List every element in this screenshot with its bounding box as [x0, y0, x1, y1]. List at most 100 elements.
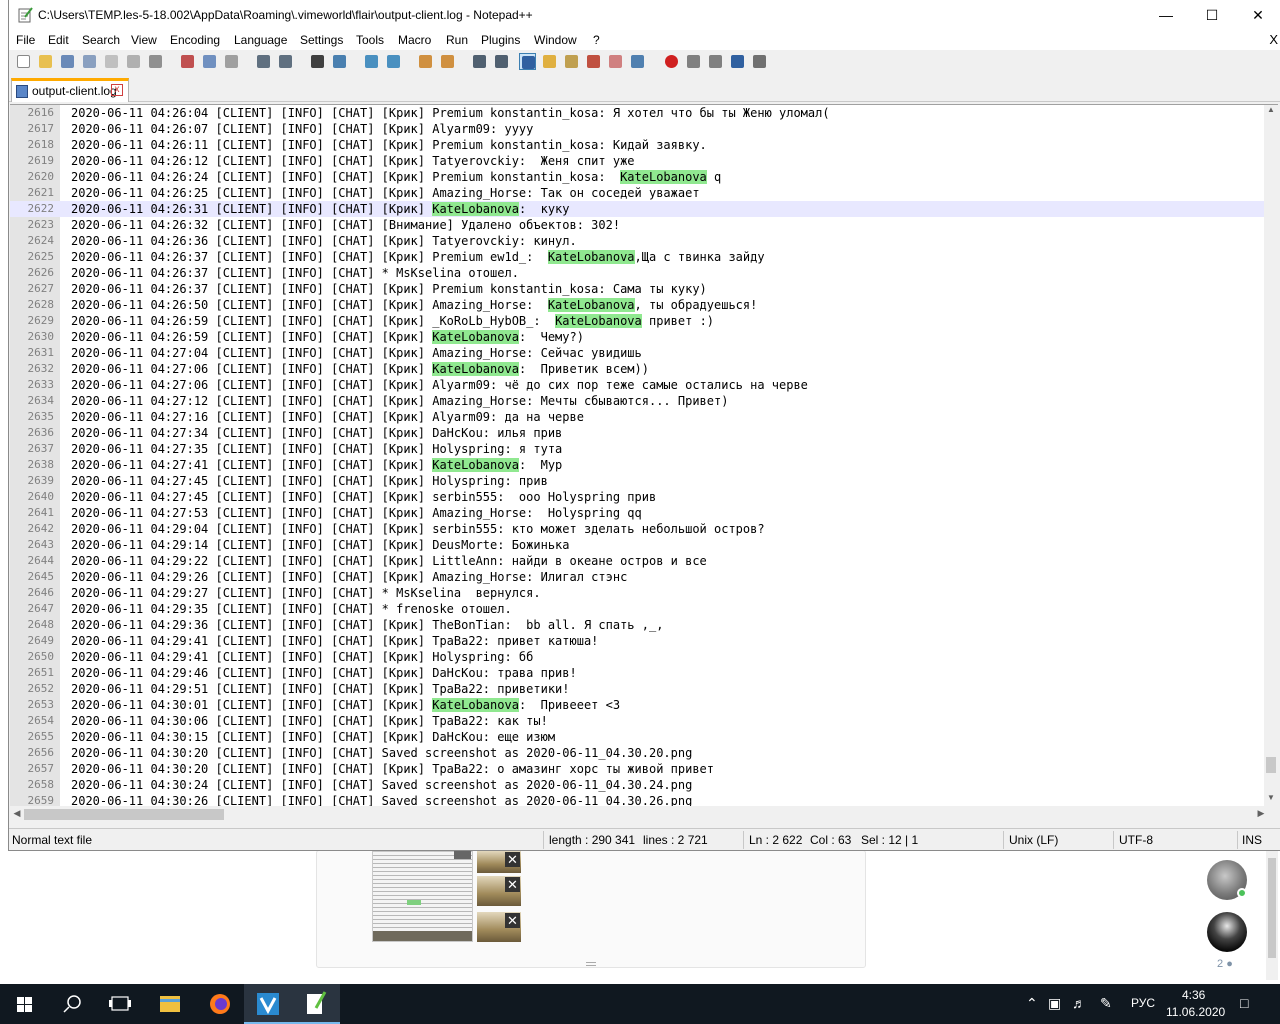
editor-line[interactable]: 2652 2020-06-11 04:29:51 [CLIENT] [INFO] …	[10, 681, 1264, 697]
thumbnail-remove-button[interactable]	[454, 851, 471, 859]
find-icon[interactable]	[309, 53, 326, 70]
editor-line[interactable]: 2627 2020-06-11 04:26:37 [CLIENT] [INFO] …	[10, 281, 1264, 297]
scroll-left-icon[interactable]: ◀	[10, 808, 24, 819]
udl-icon[interactable]	[541, 53, 558, 70]
member-count[interactable]: 2 ●	[1217, 958, 1233, 970]
editor-line[interactable]: 2636 2020-06-11 04:27:34 [CLIENT] [INFO] …	[10, 425, 1264, 441]
open-file-icon[interactable]	[37, 53, 54, 70]
pen-icon[interactable]: ✎	[1100, 995, 1112, 1012]
menu-search[interactable]: Search	[82, 33, 120, 47]
editor-line[interactable]: 2630 2020-06-11 04:26:59 [CLIENT] [INFO] …	[10, 329, 1264, 345]
redo-icon[interactable]	[277, 53, 294, 70]
clock-date[interactable]: 11.06.2020	[1166, 1005, 1225, 1019]
scroll-down-icon[interactable]: ▼	[1264, 793, 1278, 806]
editor-line[interactable]: 2643 2020-06-11 04:29:14 [CLIENT] [INFO] …	[10, 537, 1264, 553]
notepadpp-icon[interactable]	[292, 984, 340, 1024]
copy-icon[interactable]	[201, 53, 218, 70]
menu-edit[interactable]: Edit	[48, 33, 69, 47]
save-all-icon[interactable]	[81, 53, 98, 70]
text-editor[interactable]: 2616 2020-06-11 04:26:04 [CLIENT] [INFO] …	[10, 104, 1278, 806]
editor-line[interactable]: 2616 2020-06-11 04:26:04 [CLIENT] [INFO] …	[10, 105, 1264, 121]
editor-line[interactable]: 2658 2020-06-11 04:30:24 [CLIENT] [INFO] …	[10, 777, 1264, 793]
menu-macro[interactable]: Macro	[398, 33, 431, 47]
scroll-thumb[interactable]	[24, 809, 224, 820]
editor-line[interactable]: 2624 2020-06-11 04:26:36 [CLIENT] [INFO] …	[10, 233, 1264, 249]
tab-output-client-log[interactable]: output-client.log x	[11, 78, 129, 102]
play-macro-icon[interactable]	[707, 53, 724, 70]
editor-line[interactable]: 2623 2020-06-11 04:26:32 [CLIENT] [INFO] …	[10, 217, 1264, 233]
thumbnail-remove-icon[interactable]: ✕	[505, 877, 520, 892]
menu-encoding[interactable]: Encoding	[170, 33, 220, 47]
menu-run[interactable]: Run	[446, 33, 468, 47]
editor-line[interactable]: 2645 2020-06-11 04:29:26 [CLIENT] [INFO] …	[10, 569, 1264, 585]
resize-grip-icon[interactable]	[586, 962, 596, 966]
editor-line[interactable]: 2647 2020-06-11 04:29:35 [CLIENT] [INFO] …	[10, 601, 1264, 617]
task-view-icon[interactable]	[96, 984, 144, 1024]
cut-icon[interactable]	[179, 53, 196, 70]
editor-line[interactable]: 2649 2020-06-11 04:29:41 [CLIENT] [INFO] …	[10, 633, 1264, 649]
editor-line[interactable]: 2617 2020-06-11 04:26:07 [CLIENT] [INFO] …	[10, 121, 1264, 137]
editor-line[interactable]: 2634 2020-06-11 04:27:12 [CLIENT] [INFO] …	[10, 393, 1264, 409]
sync-vertical-icon[interactable]	[417, 53, 434, 70]
editor-line[interactable]: 2651 2020-06-11 04:29:46 [CLIENT] [INFO] …	[10, 665, 1264, 681]
editor-line[interactable]: 2629 2020-06-11 04:26:59 [CLIENT] [INFO] …	[10, 313, 1264, 329]
search-icon[interactable]	[48, 984, 96, 1024]
status-encoding[interactable]: UTF-8	[1119, 833, 1153, 847]
show-hidden-icons-icon[interactable]: ⌃	[1026, 995, 1038, 1012]
avatar[interactable]	[1207, 912, 1247, 952]
save-macro-icon[interactable]	[751, 53, 768, 70]
editor-line[interactable]: 2628 2020-06-11 04:26:50 [CLIENT] [INFO] …	[10, 297, 1264, 313]
editor-line[interactable]: 2654 2020-06-11 04:30:06 [CLIENT] [INFO] …	[10, 713, 1264, 729]
editor-line[interactable]: 2622 2020-06-11 04:26:31 [CLIENT] [INFO] …	[10, 201, 1264, 217]
editor-line[interactable]: 2619 2020-06-11 04:26:12 [CLIENT] [INFO] …	[10, 153, 1264, 169]
editor-line[interactable]: 2644 2020-06-11 04:29:22 [CLIENT] [INFO] …	[10, 553, 1264, 569]
avatar[interactable]	[1207, 860, 1247, 900]
zoom-out-icon[interactable]	[385, 53, 402, 70]
editor-line[interactable]: 2655 2020-06-11 04:30:15 [CLIENT] [INFO] …	[10, 729, 1264, 745]
editor-line[interactable]: 2621 2020-06-11 04:26:25 [CLIENT] [INFO] …	[10, 185, 1264, 201]
editor-line[interactable]: 2642 2020-06-11 04:29:04 [CLIENT] [INFO] …	[10, 521, 1264, 537]
horizontal-scrollbar[interactable]: ◀ ▶	[10, 806, 1278, 824]
thumbnail-remove-icon[interactable]: ✕	[505, 913, 520, 928]
menu-settings[interactable]: Settings	[300, 33, 343, 47]
paste-icon[interactable]	[223, 53, 240, 70]
scroll-thumb[interactable]	[1266, 757, 1276, 773]
editor-line[interactable]: 2632 2020-06-11 04:27:06 [CLIENT] [INFO] …	[10, 361, 1264, 377]
document-map-icon[interactable]	[563, 53, 580, 70]
title-bar[interactable]: C:\Users\TEMP.les-5-18.002\AppData\Roami…	[9, 0, 1280, 30]
screenshot-thumbnail[interactable]: ✕	[477, 851, 521, 873]
tab-close-icon[interactable]: x	[111, 84, 123, 96]
notifications-icon[interactable]: □	[1240, 995, 1248, 1011]
menu-view[interactable]: View	[131, 33, 157, 47]
close-document-button[interactable]: X	[1269, 32, 1278, 47]
editor-line[interactable]: 2650 2020-06-11 04:29:41 [CLIENT] [INFO] …	[10, 649, 1264, 665]
screenshot-thumbnail[interactable]: ✕	[477, 912, 521, 942]
editor-line[interactable]: 2637 2020-06-11 04:27:35 [CLIENT] [INFO] …	[10, 441, 1264, 457]
show-all-chars-icon[interactable]	[493, 53, 510, 70]
monitoring-icon[interactable]	[629, 53, 646, 70]
editor-line[interactable]: 2656 2020-06-11 04:30:20 [CLIENT] [INFO] …	[10, 745, 1264, 761]
menu-window[interactable]: Window	[534, 33, 577, 47]
editor-line[interactable]: 2620 2020-06-11 04:26:24 [CLIENT] [INFO] …	[10, 169, 1264, 185]
menu-plugins[interactable]: Plugins	[481, 33, 520, 47]
network-icon[interactable]: ▣	[1048, 995, 1061, 1012]
menu-file[interactable]: File	[16, 33, 35, 47]
save-icon[interactable]	[59, 53, 76, 70]
scroll-up-icon[interactable]: ▲	[1264, 105, 1278, 119]
screenshot-thumbnail[interactable]: ✕	[477, 876, 521, 906]
editor-line[interactable]: 2626 2020-06-11 04:26:37 [CLIENT] [INFO] …	[10, 265, 1264, 281]
clock-time[interactable]: 4:36	[1182, 988, 1205, 1002]
editor-line[interactable]: 2618 2020-06-11 04:26:11 [CLIENT] [INFO] …	[10, 137, 1264, 153]
editor-line[interactable]: 2638 2020-06-11 04:27:41 [CLIENT] [INFO] …	[10, 457, 1264, 473]
status-column[interactable]: Col : 63	[810, 833, 851, 847]
word-wrap-icon[interactable]	[471, 53, 488, 70]
record-macro-icon[interactable]	[663, 53, 680, 70]
background-scrollbar[interactable]	[1266, 850, 1278, 980]
close-all-icon[interactable]	[125, 53, 142, 70]
editor-line[interactable]: 2639 2020-06-11 04:27:45 [CLIENT] [INFO] …	[10, 473, 1264, 489]
file-explorer-icon[interactable]	[146, 984, 194, 1024]
stop-macro-icon[interactable]	[685, 53, 702, 70]
editor-line[interactable]: 2640 2020-06-11 04:27:45 [CLIENT] [INFO] …	[10, 489, 1264, 505]
status-eol[interactable]: Unix (LF)	[1009, 833, 1058, 847]
editor-line[interactable]: 2659 2020-06-11 04:30:26 [CLIENT] [INFO] …	[10, 793, 1264, 806]
